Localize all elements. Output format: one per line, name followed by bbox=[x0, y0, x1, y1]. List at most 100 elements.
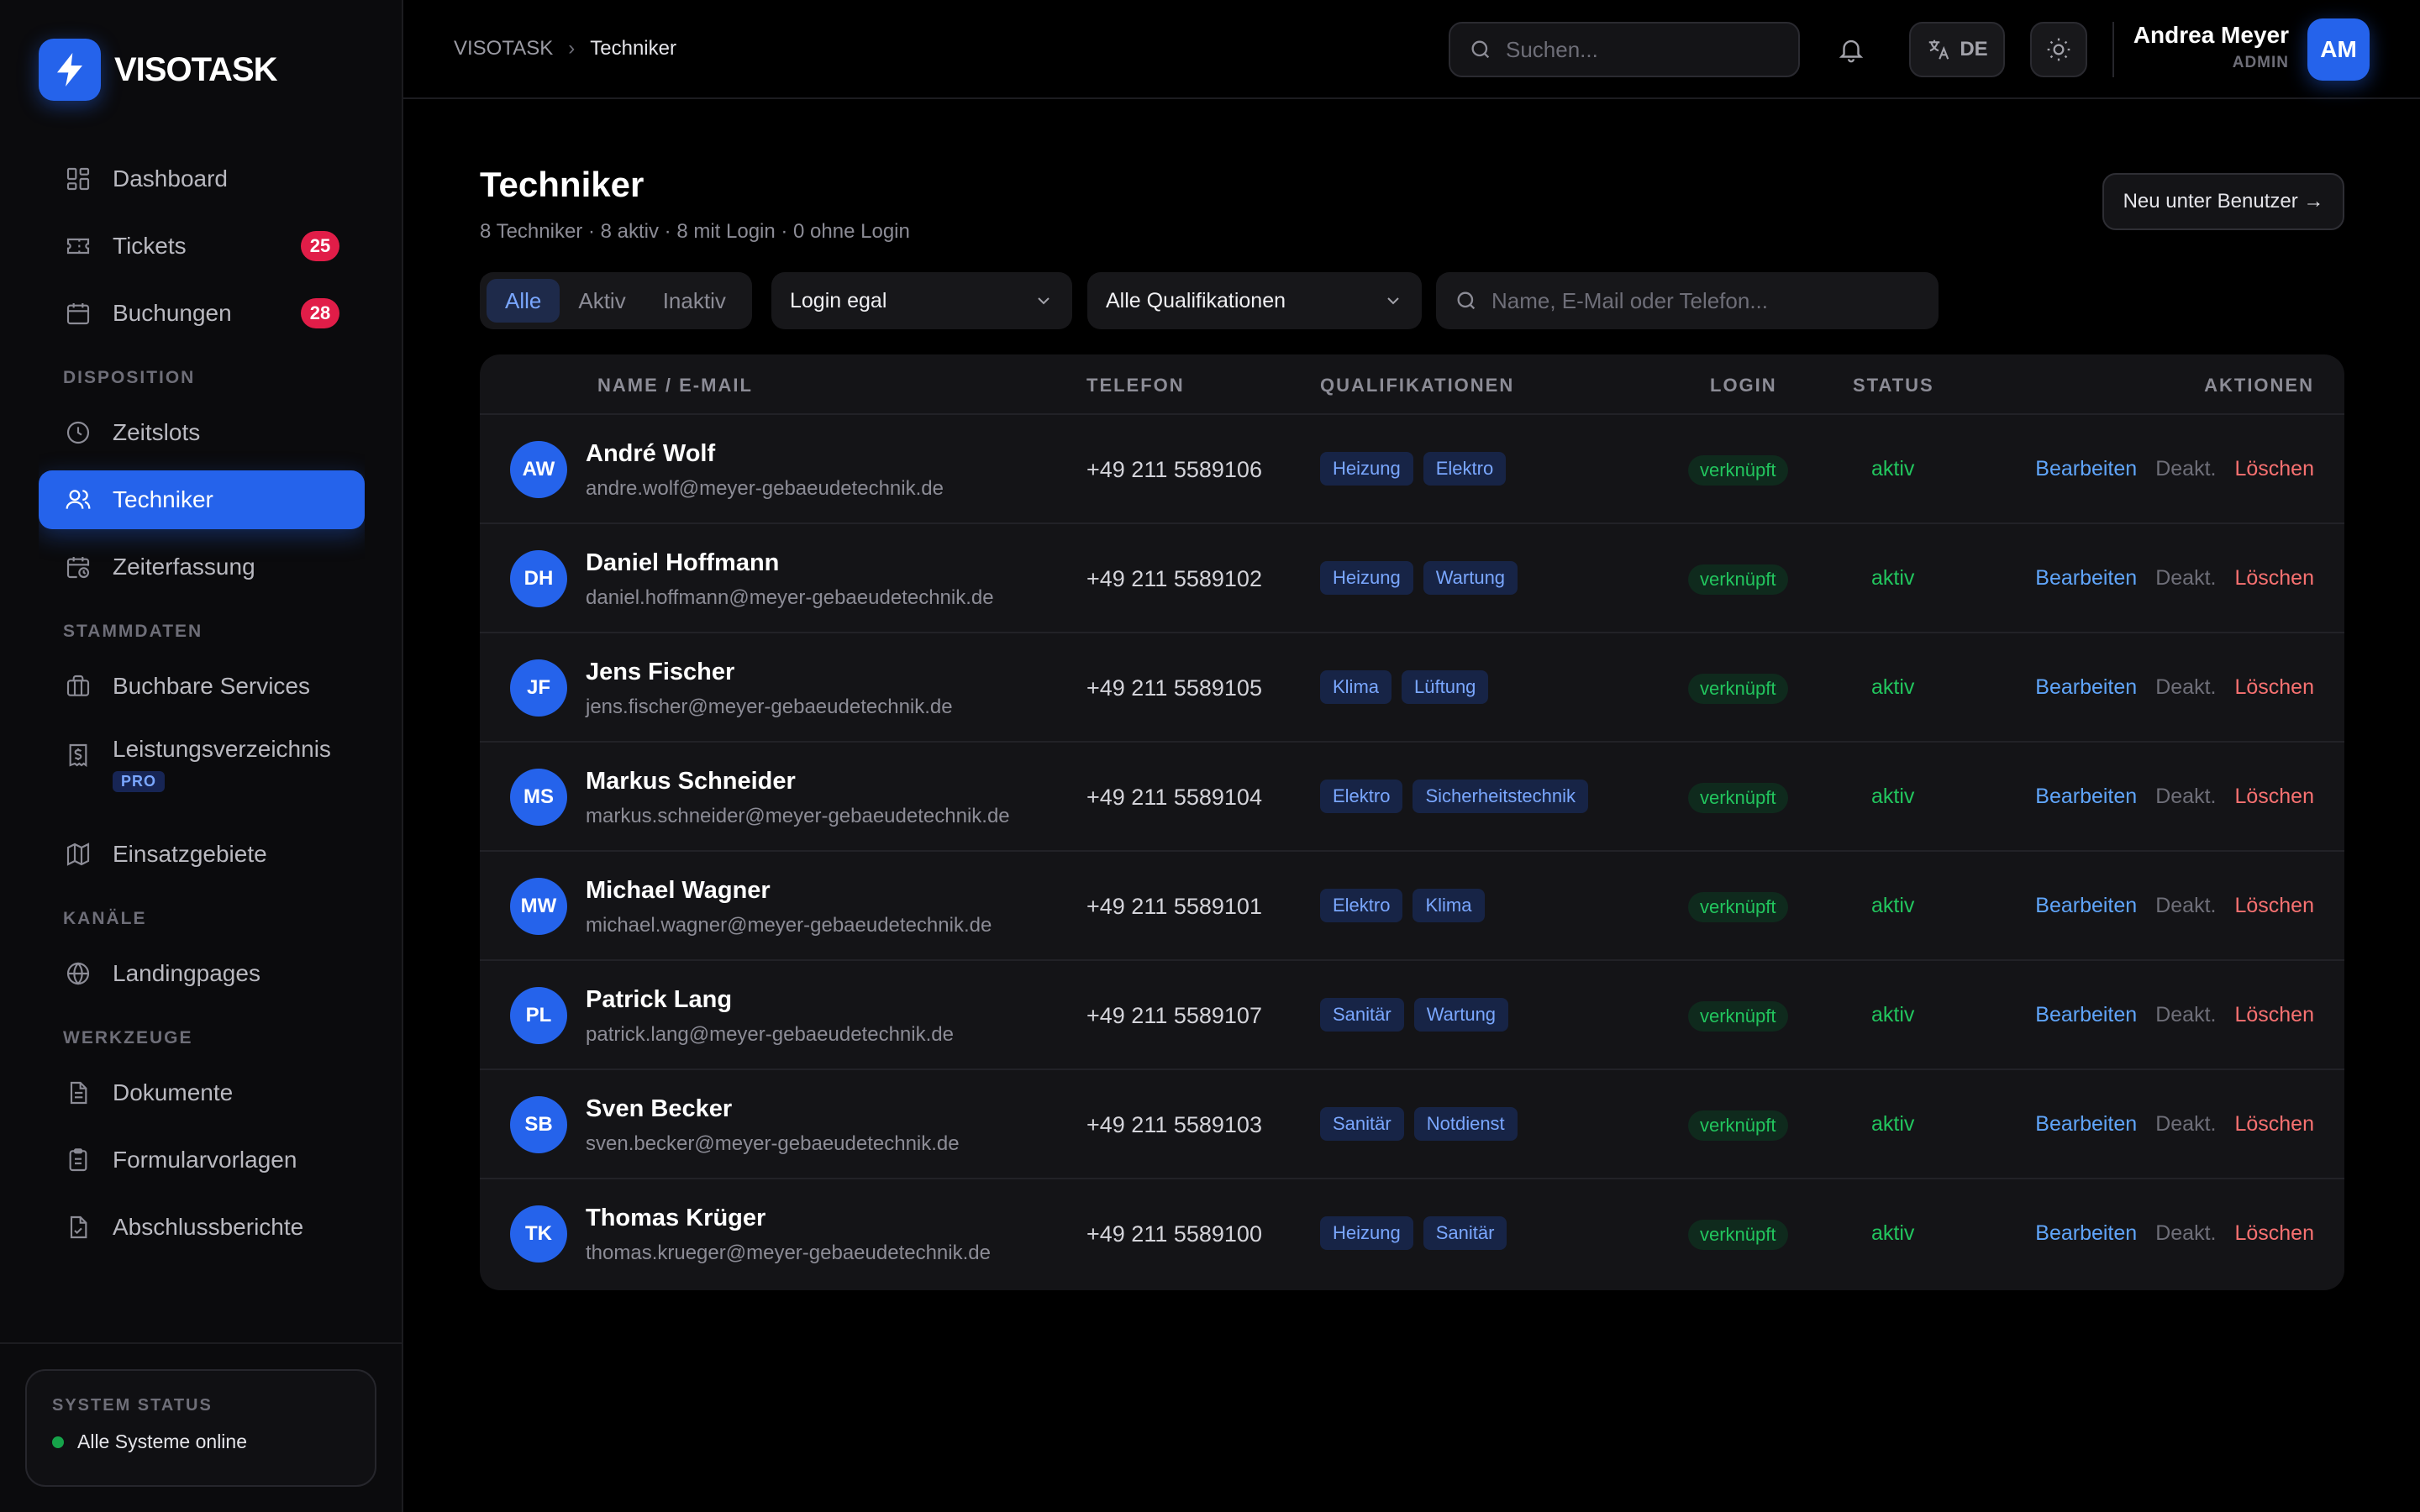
deactivate-button[interactable]: Deakt. bbox=[2155, 675, 2216, 700]
edit-button[interactable]: Bearbeiten bbox=[2035, 566, 2137, 591]
avatar: JF bbox=[510, 659, 567, 717]
language-button[interactable]: DE bbox=[1909, 22, 2005, 77]
table-row[interactable]: MS Markus Schneider markus.schneider@mey… bbox=[480, 743, 2344, 852]
technician-name[interactable]: Michael Wagner bbox=[586, 877, 771, 905]
qualification-tags: Klima Lüftung bbox=[1320, 670, 1498, 704]
global-search-input[interactable] bbox=[1506, 36, 1775, 63]
deactivate-button[interactable]: Deakt. bbox=[2155, 566, 2216, 591]
table-row[interactable]: DH Daniel Hoffmann daniel.hoffmann@meyer… bbox=[480, 524, 2344, 633]
breadcrumb: VISOTASK › Techniker bbox=[454, 37, 676, 60]
sidebar-item-leistungsverzeichnis[interactable]: Leistungsverzeichnis PRO bbox=[39, 724, 365, 816]
avatar[interactable]: AM bbox=[2307, 18, 2370, 81]
delete-button[interactable]: Löschen bbox=[2234, 675, 2314, 700]
delete-button[interactable]: Löschen bbox=[2234, 785, 2314, 809]
sidebar-item-label: Zeitslots bbox=[113, 419, 201, 445]
sidebar-item-techniker[interactable]: Techniker bbox=[39, 470, 365, 529]
edit-button[interactable]: Bearbeiten bbox=[2035, 1112, 2137, 1137]
login-badge: verknüpft bbox=[1688, 455, 1788, 486]
sidebar-item-zeitslots[interactable]: Zeitslots bbox=[39, 403, 365, 462]
theme-toggle-button[interactable] bbox=[2030, 22, 2087, 77]
delete-button[interactable]: Löschen bbox=[2234, 1003, 2314, 1027]
sidebar-item-abschlussberichte[interactable]: Abschlussberichte bbox=[39, 1198, 365, 1257]
table-row[interactable]: JF Jens Fischer jens.fischer@meyer-gebae… bbox=[480, 633, 2344, 743]
deactivate-button[interactable]: Deakt. bbox=[2155, 1221, 2216, 1246]
technician-name[interactable]: Markus Schneider bbox=[586, 768, 796, 795]
qualification-tag: Wartung bbox=[1423, 561, 1518, 595]
sidebar-item-tickets[interactable]: Tickets 25 bbox=[39, 217, 365, 276]
edit-button[interactable]: Bearbeiten bbox=[2035, 675, 2137, 700]
delete-button[interactable]: Löschen bbox=[2234, 1112, 2314, 1137]
technician-search[interactable] bbox=[1436, 272, 1939, 329]
sidebar-item-dashboard[interactable]: Dashboard bbox=[39, 150, 365, 208]
app-logo[interactable]: VISOTASK bbox=[39, 39, 278, 101]
edit-button[interactable]: Bearbeiten bbox=[2035, 894, 2137, 918]
row-actions: Bearbeiten Deakt. Löschen bbox=[2035, 894, 2314, 918]
segment-alle[interactable]: Alle bbox=[487, 279, 560, 323]
deactivate-button[interactable]: Deakt. bbox=[2155, 1112, 2216, 1137]
deactivate-button[interactable]: Deakt. bbox=[2155, 1003, 2216, 1027]
deactivate-button[interactable]: Deakt. bbox=[2155, 894, 2216, 918]
user-info[interactable]: Andrea Meyer ADMIN bbox=[2133, 22, 2289, 72]
global-search[interactable] bbox=[1449, 22, 1800, 77]
row-actions: Bearbeiten Deakt. Löschen bbox=[2035, 1221, 2314, 1246]
edit-button[interactable]: Bearbeiten bbox=[2035, 1221, 2137, 1246]
qualification-filter-select[interactable]: Alle Qualifikationen bbox=[1087, 272, 1422, 329]
breadcrumb-root[interactable]: VISOTASK bbox=[454, 37, 553, 60]
deactivate-button[interactable]: Deakt. bbox=[2155, 457, 2216, 481]
technician-phone: +49 211 5589107 bbox=[1086, 1003, 1262, 1028]
bell-icon[interactable] bbox=[1832, 30, 1870, 69]
status-badge: aktiv bbox=[1871, 1003, 1915, 1026]
sidebar-item-landingpages[interactable]: Landingpages bbox=[39, 944, 365, 1003]
sidebar-item-label: Formularvorlagen bbox=[113, 1147, 297, 1173]
technician-name[interactable]: Thomas Krüger bbox=[586, 1205, 765, 1232]
status-badge: aktiv bbox=[1871, 1112, 1915, 1136]
qualification-tag: Elektro bbox=[1320, 780, 1403, 813]
avatar: PL bbox=[510, 987, 567, 1044]
sidebar-item-formularvorlagen[interactable]: Formularvorlagen bbox=[39, 1131, 365, 1189]
technician-name[interactable]: Sven Becker bbox=[586, 1095, 732, 1123]
new-user-button[interactable]: Neu unter Benutzer → bbox=[2102, 173, 2344, 230]
technician-name[interactable]: Jens Fischer bbox=[586, 659, 734, 686]
sidebar-item-label: Leistungsverzeichnis bbox=[113, 736, 331, 762]
login-filter-select[interactable]: Login egal bbox=[771, 272, 1072, 329]
table-row[interactable]: SB Sven Becker sven.becker@meyer-gebaeud… bbox=[480, 1070, 2344, 1179]
delete-button[interactable]: Löschen bbox=[2234, 457, 2314, 481]
segment-inaktiv[interactable]: Inaktiv bbox=[644, 279, 744, 323]
technician-email: thomas.krueger@meyer-gebaeudetechnik.de bbox=[586, 1242, 991, 1264]
header-status[interactable]: STATUS bbox=[1853, 375, 1934, 396]
technician-name[interactable]: André Wolf bbox=[586, 440, 715, 468]
row-actions: Bearbeiten Deakt. Löschen bbox=[2035, 457, 2314, 481]
lightning-icon bbox=[39, 39, 101, 101]
sidebar-item-buchbare-services[interactable]: Buchbare Services bbox=[39, 657, 365, 716]
technician-name[interactable]: Patrick Lang bbox=[586, 986, 732, 1014]
header-name[interactable]: NAME / E-MAIL bbox=[597, 375, 753, 396]
edit-button[interactable]: Bearbeiten bbox=[2035, 785, 2137, 809]
header-login[interactable]: LOGIN bbox=[1710, 375, 1777, 396]
edit-button[interactable]: Bearbeiten bbox=[2035, 457, 2137, 481]
table-row[interactable]: MW Michael Wagner michael.wagner@meyer-g… bbox=[480, 852, 2344, 961]
globe-icon bbox=[62, 958, 94, 990]
header-qualifications[interactable]: QUALIFIKATIONEN bbox=[1320, 375, 1514, 396]
table-row[interactable]: PL Patrick Lang patrick.lang@meyer-gebae… bbox=[480, 961, 2344, 1070]
sidebar-divider bbox=[0, 1342, 403, 1344]
segment-aktiv[interactable]: Aktiv bbox=[560, 279, 644, 323]
delete-button[interactable]: Löschen bbox=[2234, 1221, 2314, 1246]
sidebar-item-einsatzgebiete[interactable]: Einsatzgebiete bbox=[39, 825, 365, 884]
delete-button[interactable]: Löschen bbox=[2234, 566, 2314, 591]
header-phone[interactable]: TELEFON bbox=[1086, 375, 1185, 396]
technician-phone: +49 211 5589100 bbox=[1086, 1221, 1262, 1247]
login-badge: verknüpft bbox=[1688, 1001, 1788, 1032]
edit-button[interactable]: Bearbeiten bbox=[2035, 1003, 2137, 1027]
sidebar-item-zeiterfassung[interactable]: Zeiterfassung bbox=[39, 538, 365, 596]
technician-search-input[interactable] bbox=[1491, 287, 1912, 314]
sidebar-item-dokumente[interactable]: Dokumente bbox=[39, 1063, 365, 1122]
delete-button[interactable]: Löschen bbox=[2234, 894, 2314, 918]
topbar: VISOTASK › Techniker DE Andrea Meyer ADM… bbox=[403, 0, 2420, 99]
table-row[interactable]: AW André Wolf andre.wolf@meyer-gebaeudet… bbox=[480, 415, 2344, 524]
table-row[interactable]: TK Thomas Krüger thomas.krueger@meyer-ge… bbox=[480, 1179, 2344, 1289]
technician-email: daniel.hoffmann@meyer-gebaeudetechnik.de bbox=[586, 586, 994, 609]
qualification-tag: Elektro bbox=[1423, 452, 1507, 486]
deactivate-button[interactable]: Deakt. bbox=[2155, 785, 2216, 809]
sidebar-item-buchungen[interactable]: Buchungen 28 bbox=[39, 284, 365, 343]
technician-name[interactable]: Daniel Hoffmann bbox=[586, 549, 779, 577]
